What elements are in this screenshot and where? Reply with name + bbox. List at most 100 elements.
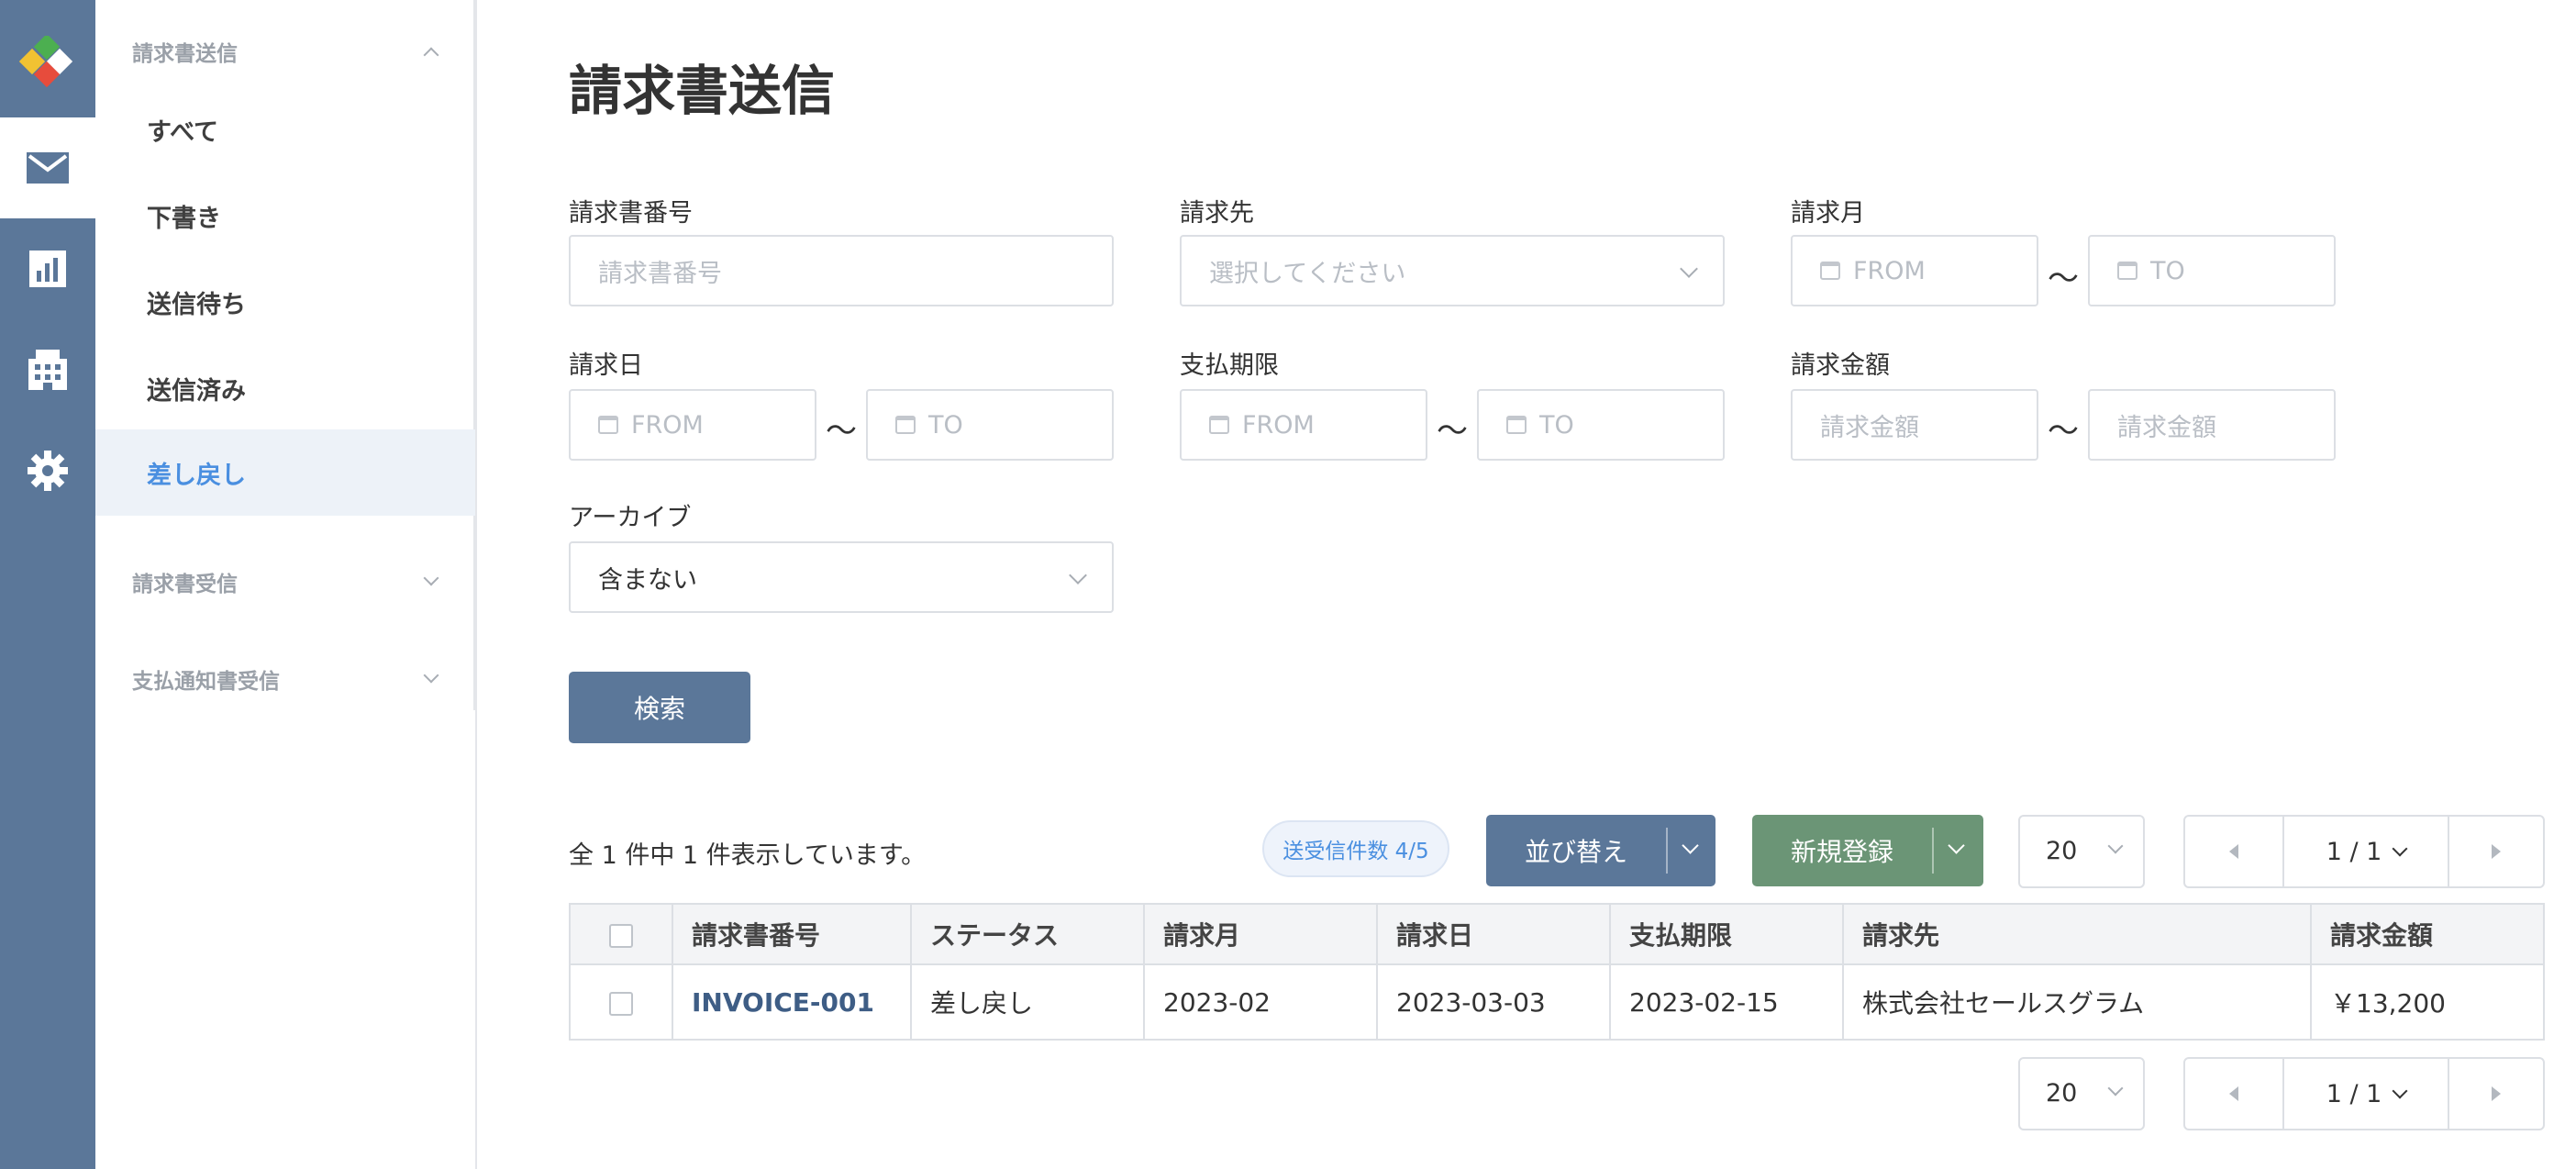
result-summary: 全 1 件中 1 件表示しています。	[569, 841, 927, 870]
row-select-cell	[569, 963, 673, 1041]
new-button-label: 新規登録	[1790, 837, 1893, 867]
page-select[interactable]: 1 / 1	[2284, 817, 2448, 886]
per-page-select[interactable]: 20	[2018, 815, 2145, 888]
pagination: 1 / 1	[2183, 815, 2545, 888]
placeholder: TO	[928, 410, 963, 440]
range-separator: 〜	[826, 413, 857, 450]
sidebar-item-all[interactable]: すべて	[95, 86, 475, 173]
col-invoice-no[interactable]: 請求書番号	[672, 903, 912, 965]
chevron-down-icon	[423, 667, 439, 684]
placeholder: TO	[2150, 256, 2185, 285]
per-page-select-bottom[interactable]: 20	[2018, 1057, 2145, 1130]
billing-month-to-input[interactable]: TO	[2088, 235, 2336, 306]
chevron-down-icon	[1680, 260, 1698, 278]
row-checkbox[interactable]	[609, 991, 633, 1016]
sidebar-item-returned[interactable]: 差し戻し	[95, 429, 475, 516]
sidebar-item-draft[interactable]: 下書き	[95, 173, 475, 259]
sidebar-item-pending[interactable]: 送信待ち	[95, 259, 475, 345]
col-recipient[interactable]: 請求先	[1842, 903, 2312, 965]
col-amount[interactable]: 請求金額	[2310, 903, 2545, 965]
page-title: 請求書送信	[569, 60, 836, 122]
chevron-down-icon[interactable]	[1948, 837, 1965, 854]
range-separator: 〜	[2048, 261, 2079, 297]
mail-icon[interactable]	[0, 117, 95, 218]
billing-date-label: 請求日	[569, 351, 643, 380]
placeholder: FROM	[1853, 256, 1926, 285]
recipient-select[interactable]: 選択してください	[1180, 235, 1725, 306]
logo-icon[interactable]	[0, 11, 95, 112]
nav-group-payment-notice[interactable]: 支払通知書受信	[132, 661, 439, 697]
gear-icon[interactable]	[0, 420, 95, 521]
next-page-button[interactable]	[2448, 1059, 2543, 1129]
nav-group-invoice-send[interactable]: 請求書送信	[132, 33, 439, 70]
recipient-label: 請求先	[1180, 199, 1254, 228]
amount-from-input[interactable]: 請求金額	[1791, 389, 2038, 461]
billing-date-from-input[interactable]: FROM	[569, 389, 816, 461]
calendar-icon	[2117, 262, 2137, 280]
table-header-row: 請求書番号 ステータス 請求月 請求日 支払期限 請求先 請求金額	[569, 903, 2545, 965]
placeholder: FROM	[1242, 410, 1315, 440]
sidebar-item-label: 送信済み	[147, 376, 246, 406]
sidebar-item-label: すべて	[147, 117, 219, 147]
building-icon[interactable]	[0, 319, 95, 420]
next-page-button[interactable]	[2448, 817, 2543, 886]
nav-group-invoice-receive[interactable]: 請求書受信	[132, 563, 439, 600]
caret-left-icon	[2229, 844, 2238, 859]
table-row[interactable]: INVOICE-001 差し戻し 2023-02 2023-03-03 2023…	[569, 963, 2545, 1041]
search-button[interactable]: 検索	[569, 672, 750, 743]
invoice-no-cell: INVOICE-001	[672, 963, 912, 1041]
prev-page-button[interactable]	[2185, 1059, 2284, 1129]
date-cell: 2023-03-03	[1376, 963, 1611, 1041]
invoice-no-input[interactable]: 請求書番号	[569, 235, 1114, 306]
due-date-from-input[interactable]: FROM	[1180, 389, 1427, 461]
chart-icon[interactable]	[0, 218, 95, 319]
main-content: 請求書送信 請求書番号 請求書番号 請求先 選択してください 請求月 FROM …	[477, 0, 2576, 1169]
chevron-down-icon	[2392, 1083, 2408, 1099]
caret-right-icon	[2492, 1086, 2501, 1101]
archive-select[interactable]: 含まない	[569, 541, 1114, 613]
page-select[interactable]: 1 / 1	[2284, 1059, 2448, 1129]
per-page-value: 20	[2046, 1079, 2078, 1108]
due-cell: 2023-02-15	[1609, 963, 1844, 1041]
due-date-to-input[interactable]: TO	[1477, 389, 1725, 461]
chevron-down-icon	[423, 570, 439, 586]
billing-date-to-input[interactable]: TO	[866, 389, 1114, 461]
col-status[interactable]: ステータス	[910, 903, 1145, 965]
page-indicator: 1 / 1	[2326, 1079, 2382, 1108]
invoice-link[interactable]: INVOICE-001	[692, 987, 874, 1018]
caret-left-icon	[2229, 1086, 2238, 1101]
placeholder: FROM	[631, 410, 704, 440]
sort-button[interactable]: 並び替え	[1486, 815, 1715, 886]
invoice-table: 請求書番号 ステータス 請求月 請求日 支払期限 請求先 請求金額 INVOIC…	[569, 903, 2545, 1041]
chevron-up-icon	[423, 47, 439, 63]
amount-cell: ￥13,200	[2310, 963, 2545, 1041]
placeholder: TO	[1539, 410, 1574, 440]
invoice-no-label: 請求書番号	[569, 199, 693, 228]
chevron-down-icon	[1069, 566, 1087, 584]
sidebar-item-sent[interactable]: 送信済み	[95, 345, 475, 431]
per-page-value: 20	[2046, 837, 2078, 865]
new-button[interactable]: 新規登録	[1752, 815, 1983, 886]
placeholder: 請求金額	[1820, 413, 1919, 442]
chevron-down-icon	[2107, 838, 2124, 854]
calendar-icon	[1820, 262, 1840, 280]
billing-month-from-input[interactable]: FROM	[1791, 235, 2038, 306]
nav-group-label: 請求書送信	[132, 42, 238, 66]
sidebar-item-label: 差し戻し	[147, 461, 246, 490]
selected-value: 含まない	[598, 565, 697, 595]
amount-to-input[interactable]: 請求金額	[2088, 389, 2336, 461]
sidebar-item-label: 送信待ち	[147, 290, 246, 319]
select-all-checkbox[interactable]	[609, 923, 633, 948]
prev-page-button[interactable]	[2185, 817, 2284, 886]
col-month[interactable]: 請求月	[1143, 903, 1378, 965]
col-due[interactable]: 支払期限	[1609, 903, 1844, 965]
send-receive-count-badge: 送受信件数 4/5	[1262, 820, 1449, 877]
range-separator: 〜	[1437, 413, 1468, 450]
col-date[interactable]: 請求日	[1376, 903, 1611, 965]
sidebar: 請求書送信 すべて 下書き 送信待ち 送信済み 差し戻し 請求書受信 支払通知書…	[95, 0, 475, 710]
split-divider	[1932, 828, 1934, 874]
sort-button-label: 並び替え	[1524, 837, 1627, 867]
sidebar-item-label: 下書き	[147, 204, 221, 233]
range-separator: 〜	[2048, 413, 2079, 450]
chevron-down-icon[interactable]	[1682, 837, 1699, 854]
